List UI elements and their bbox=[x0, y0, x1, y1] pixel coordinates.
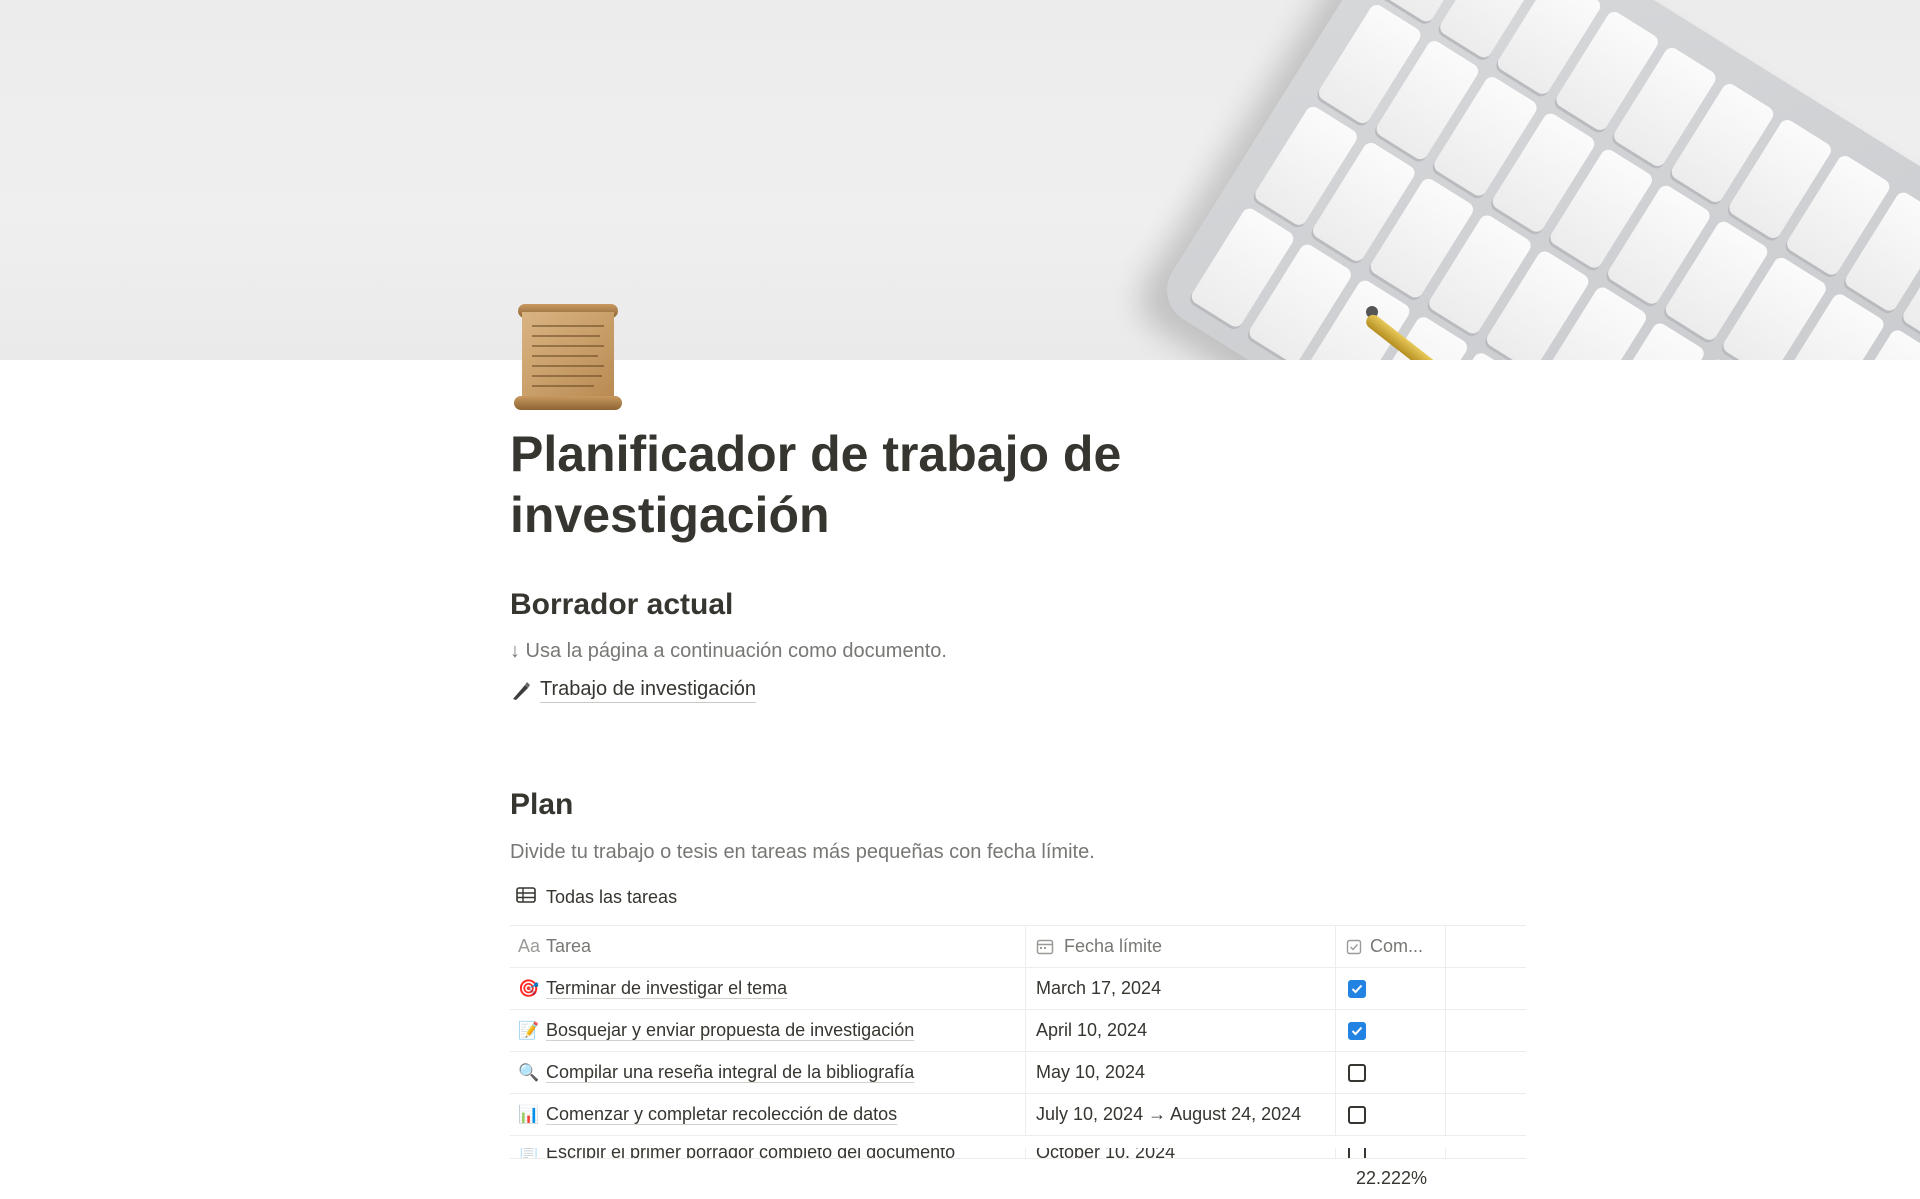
task-cell[interactable]: 📊 Comenzar y completar recolección de da… bbox=[510, 1094, 1026, 1135]
empty-cell bbox=[1446, 968, 1526, 1009]
row-emoji-icon: 🔍 bbox=[518, 1062, 540, 1082]
page-title[interactable]: Planificador de trabajo de investigación bbox=[510, 424, 1410, 546]
column-header-done[interactable]: Com... bbox=[1336, 926, 1446, 967]
done-cell[interactable] bbox=[1336, 1010, 1446, 1051]
done-checkbox[interactable] bbox=[1348, 1148, 1366, 1158]
task-name[interactable]: Comenzar y completar recolección de dato… bbox=[546, 1104, 897, 1125]
task-name[interactable]: Bosquejar y enviar propuesta de investig… bbox=[546, 1020, 914, 1041]
table-icon bbox=[516, 886, 536, 909]
cover-image bbox=[0, 0, 1920, 360]
table-header: Aa Tarea Fecha límite Com... bbox=[510, 926, 1526, 968]
column-header-done-label: Com... bbox=[1370, 936, 1424, 956]
row-emoji-icon: 📝 bbox=[518, 1020, 540, 1040]
column-header-add[interactable] bbox=[1446, 926, 1526, 967]
row-emoji-icon: 🎯 bbox=[518, 978, 540, 998]
plan-description: Divide tu trabajo o tesis en tareas más … bbox=[510, 841, 1095, 863]
column-header-due-label: Fecha límite bbox=[1064, 936, 1163, 956]
task-name[interactable]: Escribir el primer borrador completo del… bbox=[546, 1148, 955, 1158]
keyboard-illustration bbox=[1154, 0, 1920, 360]
due-date-cell[interactable]: May 10, 2024 bbox=[1026, 1052, 1336, 1093]
empty-cell bbox=[1446, 1148, 1526, 1158]
task-cell[interactable]: 📝 Bosquejar y enviar propuesta de invest… bbox=[510, 1010, 1026, 1051]
table-footer-divider bbox=[510, 1158, 1526, 1159]
empty-cell bbox=[1446, 1052, 1526, 1093]
calendar-icon bbox=[1036, 938, 1054, 956]
draft-heading: Borrador actual bbox=[510, 588, 734, 621]
scroll-icon[interactable] bbox=[510, 298, 626, 416]
view-tab-label: Todas las tareas bbox=[546, 887, 678, 907]
research-paper-link-label: Trabajo de investigación bbox=[540, 678, 757, 703]
task-name[interactable]: Terminar de investigar el tema bbox=[546, 978, 787, 999]
table-row[interactable]: 🎯 Terminar de investigar el tema March 1… bbox=[510, 968, 1526, 1010]
percent-checked-calculation[interactable]: 22.222% bbox=[1356, 1168, 1427, 1189]
due-date-cell[interactable]: April 10, 2024 bbox=[1026, 1010, 1336, 1051]
done-checkbox[interactable] bbox=[1348, 1105, 1366, 1124]
task-cell[interactable]: 📄 Escribir el primer borrador completo d… bbox=[510, 1148, 1026, 1158]
column-header-due[interactable]: Fecha límite bbox=[1026, 926, 1336, 967]
column-header-task-label: Tarea bbox=[546, 936, 592, 956]
view-tab-all-tasks[interactable]: Todas las tareas bbox=[516, 886, 677, 909]
due-date-cell[interactable]: October 10, 2024 bbox=[1026, 1148, 1336, 1158]
text-type-icon: Aa bbox=[518, 936, 541, 956]
task-cell[interactable]: 🔍 Compilar una reseña integral de la bib… bbox=[510, 1052, 1026, 1093]
done-cell[interactable] bbox=[1336, 968, 1446, 1009]
row-emoji-icon: 📄 bbox=[518, 1148, 540, 1158]
research-paper-link[interactable]: Trabajo de investigación bbox=[510, 678, 757, 703]
draft-hint: ↓ Usa la página a continuación como docu… bbox=[510, 640, 947, 662]
pen-nib-icon bbox=[510, 680, 532, 702]
table-row[interactable]: 📊 Comenzar y completar recolección de da… bbox=[510, 1094, 1526, 1136]
due-date-cell[interactable]: July 10, 2024 → August 24, 2024 bbox=[1026, 1094, 1336, 1135]
checkbox-icon bbox=[1346, 939, 1362, 955]
empty-cell bbox=[1446, 1010, 1526, 1051]
task-cell[interactable]: 🎯 Terminar de investigar el tema bbox=[510, 968, 1026, 1009]
table-row-partial[interactable]: 📄 Escribir el primer borrador completo d… bbox=[510, 1148, 1526, 1158]
done-cell[interactable] bbox=[1336, 1148, 1446, 1158]
done-checkbox[interactable] bbox=[1348, 1063, 1366, 1082]
due-date-cell[interactable]: March 17, 2024 bbox=[1026, 968, 1336, 1009]
plan-heading: Plan bbox=[510, 788, 574, 821]
done-checkbox[interactable] bbox=[1348, 1021, 1366, 1040]
done-cell[interactable] bbox=[1336, 1052, 1446, 1093]
row-emoji-icon: 📊 bbox=[518, 1104, 540, 1124]
table-row[interactable]: 🔍 Compilar una reseña integral de la bib… bbox=[510, 1052, 1526, 1094]
done-checkbox[interactable] bbox=[1348, 979, 1366, 998]
column-header-task[interactable]: Aa Tarea bbox=[510, 926, 1026, 967]
task-name[interactable]: Compilar una reseña integral de la bibli… bbox=[546, 1062, 914, 1083]
tasks-table: Aa Tarea Fecha límite Com... 🎯 Terminar … bbox=[510, 925, 1526, 1136]
table-row[interactable]: 📝 Bosquejar y enviar propuesta de invest… bbox=[510, 1010, 1526, 1052]
done-cell[interactable] bbox=[1336, 1094, 1446, 1135]
empty-cell bbox=[1446, 1094, 1526, 1135]
